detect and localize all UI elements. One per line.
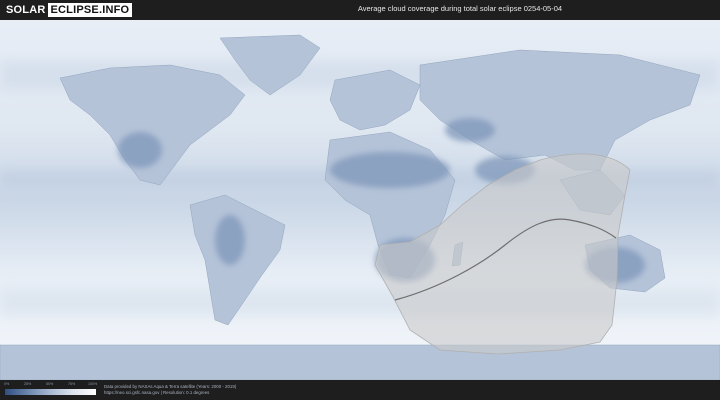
footer-bar: 0% 25% 50% 75% 100% Data provided by NAS… <box>0 380 720 400</box>
legend-tick-25: 25% <box>24 382 32 386</box>
logo-eclipse-text: ECLIPSE.INFO <box>47 3 133 17</box>
antarctica <box>0 344 720 380</box>
legend-tick-0: 0% <box>4 382 10 386</box>
page-title: Average cloud coverage during total sola… <box>357 4 563 13</box>
data-source-link[interactable]: https://neo.sci.gsfc.nasa.gov | Resoluti… <box>104 390 209 395</box>
header-bar: SOLAR ECLIPSE.INFO Average cloud coverag… <box>0 0 720 20</box>
logo-solar-text: SOLAR <box>6 4 46 16</box>
legend-tick-75: 75% <box>68 382 76 386</box>
cloud-coverage-legend-bar <box>5 389 96 395</box>
site-logo[interactable]: SOLAR ECLIPSE.INFO <box>6 3 133 17</box>
data-credit: Data provided by NASAs Aqua & Terra sate… <box>104 384 237 389</box>
legend-tick-100: 100% <box>88 382 98 386</box>
legend-tick-50: 50% <box>46 382 54 386</box>
cloud-coverage-map <box>0 20 720 380</box>
